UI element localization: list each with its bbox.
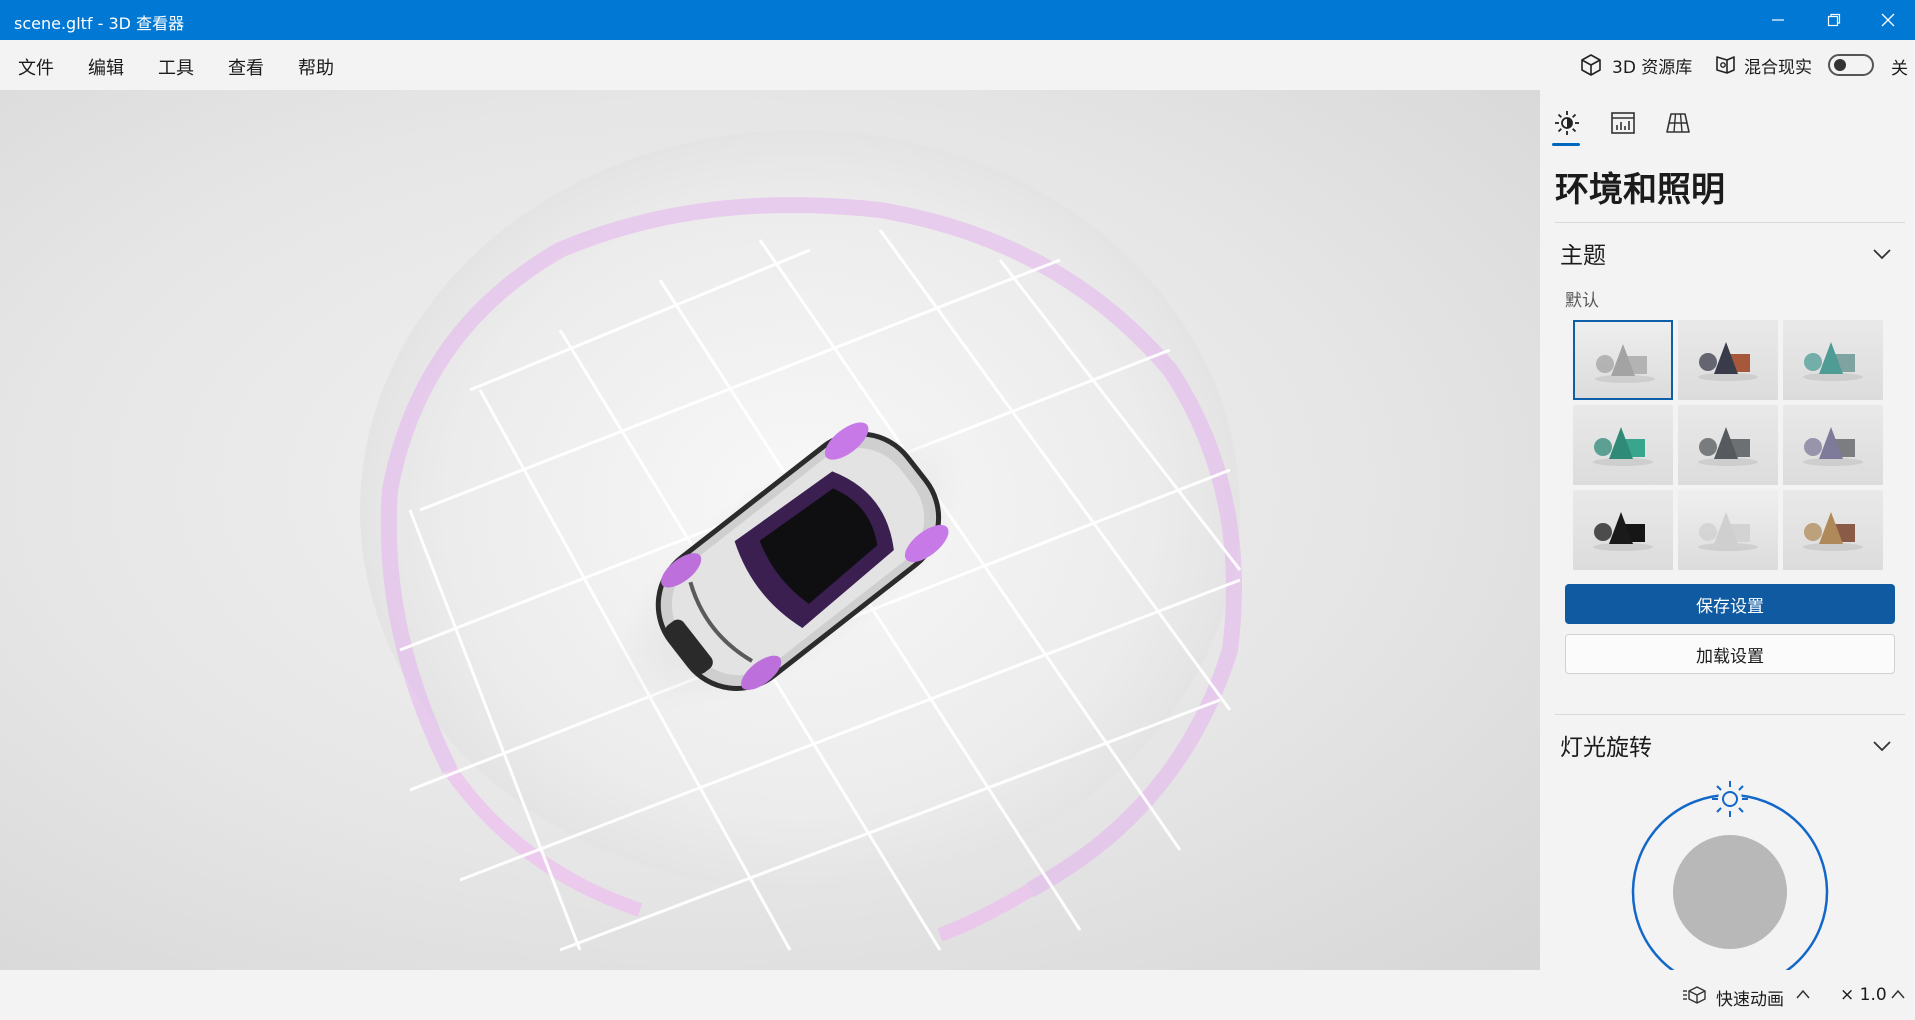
- 3d-viewport[interactable]: [0, 90, 1540, 970]
- theme-thumbnail[interactable]: [1783, 405, 1883, 485]
- theme-thumbnail[interactable]: [1783, 320, 1883, 400]
- animation-icon: [1683, 986, 1706, 1004]
- theme-thumbnail[interactable]: [1783, 490, 1883, 570]
- theme-section-title[interactable]: 主题: [1560, 236, 1606, 270]
- light-rotation-dial[interactable]: [1620, 775, 1840, 970]
- default-theme-label: 默认: [1565, 291, 1599, 311]
- divider: [1555, 714, 1905, 715]
- restore-icon: [1827, 13, 1841, 27]
- panel-title: 环境和照明: [1555, 170, 1725, 210]
- theme-thumbnail[interactable]: [1573, 320, 1673, 400]
- light-rotation-title[interactable]: 灯光旋转: [1560, 728, 1652, 762]
- tab-stats[interactable]: [1608, 108, 1638, 138]
- menu-view[interactable]: 查看: [228, 54, 264, 80]
- theme-thumbnail[interactable]: [1573, 405, 1673, 485]
- menu-help[interactable]: 帮助: [298, 54, 334, 80]
- window-title: scene.gltf - 3D 查看器: [14, 14, 185, 33]
- scene-render: [360, 130, 1242, 952]
- tab-environment[interactable]: [1552, 108, 1582, 138]
- theme-preview: [1698, 427, 1758, 466]
- status-bar: 快速动画 × 1.0: [0, 970, 1915, 1020]
- chevron-down-icon[interactable]: [1870, 242, 1894, 266]
- theme-preview: [1698, 342, 1758, 381]
- restore-button[interactable]: [1806, 0, 1862, 40]
- sun-icon: [1555, 111, 1579, 135]
- mixed-reality-toggle[interactable]: [1828, 54, 1874, 76]
- menu-tools[interactable]: 工具: [158, 54, 194, 80]
- theme-preview: [1803, 342, 1863, 381]
- title-bar: scene.gltf - 3D 查看器: [0, 0, 1915, 40]
- mixed-reality-button[interactable]: 混合现实: [1712, 40, 1812, 90]
- animation-label[interactable]: 快速动画: [1716, 985, 1784, 1010]
- close-icon: [1881, 13, 1895, 27]
- toggle-state-label: 关: [1891, 59, 1908, 79]
- theme-thumbnail[interactable]: [1678, 320, 1778, 400]
- theme-preview: [1698, 512, 1758, 551]
- minimize-button[interactable]: [1750, 0, 1806, 40]
- menu-edit[interactable]: 编辑: [88, 54, 124, 80]
- stats-icon: [1611, 112, 1635, 134]
- side-panel: 环境和照明 主题 默认 保存设置 加载设置 灯光旋转: [1540, 90, 1915, 970]
- menu-file[interactable]: 文件: [18, 54, 54, 80]
- mixed-reality-icon: [1716, 56, 1735, 74]
- chevron-up-icon[interactable]: [1796, 988, 1810, 1000]
- speed-value[interactable]: × 1.0: [1840, 985, 1887, 1005]
- toggle-knob: [1834, 59, 1846, 71]
- cube-icon: [1581, 54, 1601, 76]
- grid-icon: [1666, 113, 1690, 133]
- theme-preview: [1593, 427, 1653, 466]
- divider: [1555, 222, 1905, 223]
- minimize-icon: [1772, 19, 1784, 21]
- theme-preview: [1593, 512, 1653, 551]
- theme-grid: [1573, 320, 1885, 570]
- load-settings-button[interactable]: 加载设置: [1565, 634, 1895, 674]
- active-tab-indicator: [1552, 143, 1580, 146]
- theme-preview: [1595, 344, 1655, 383]
- theme-thumbnail[interactable]: [1678, 405, 1778, 485]
- 3d-library-button[interactable]: 3D 资源库: [1578, 40, 1692, 90]
- close-button[interactable]: [1860, 0, 1915, 40]
- light-preview-sphere: [1673, 835, 1787, 949]
- theme-preview: [1803, 427, 1863, 466]
- theme-thumbnail[interactable]: [1573, 490, 1673, 570]
- tab-grid[interactable]: [1663, 108, 1693, 138]
- mixed-reality-label: 混合现实: [1744, 57, 1812, 78]
- save-settings-button[interactable]: 保存设置: [1565, 584, 1895, 624]
- chevron-down-icon[interactable]: [1870, 734, 1894, 758]
- chevron-up-icon[interactable]: [1891, 988, 1905, 1000]
- theme-preview: [1803, 512, 1863, 551]
- 3d-library-label: 3D 资源库: [1612, 57, 1693, 78]
- theme-thumbnail[interactable]: [1678, 490, 1778, 570]
- light-handle-sun-icon[interactable]: [1712, 781, 1748, 817]
